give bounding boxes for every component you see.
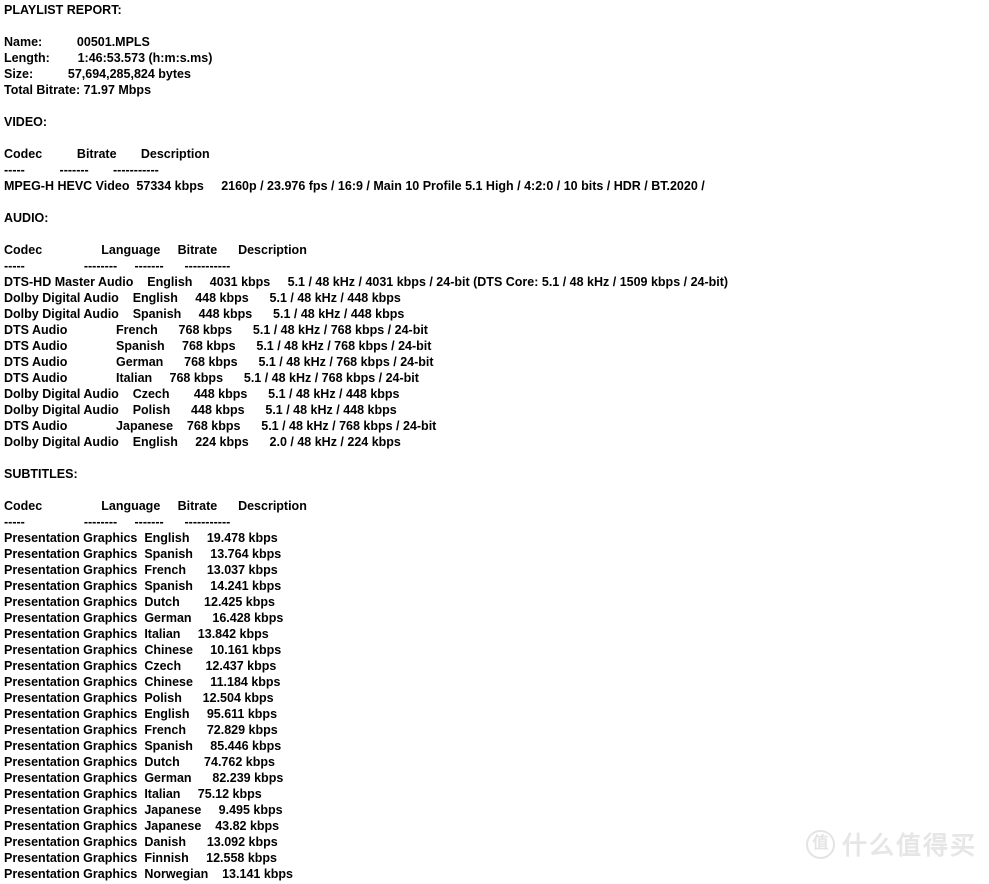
subtitles-table-body: Presentation Graphics English 19.478 kbp… [4,530,989,882]
audio-table-rule: ----- -------- ------- ----------- [4,259,231,273]
playlist-report-body: PLAYLIST REPORT: Name: 00501.MPLS Length… [4,2,989,882]
table-row: DTS-HD Master Audio English 4031 kbps 5.… [4,275,729,289]
table-row: Presentation Graphics English 95.611 kbp… [4,707,278,721]
audio-section-title: AUDIO: [4,211,49,225]
video-table-rule: ----- ------- ----------- [4,163,159,177]
table-row: DTS Audio German 768 kbps 5.1 / 48 kHz /… [4,355,434,369]
table-row: Presentation Graphics Italian 13.842 kbp… [4,627,269,641]
summary-row-total-bitrate: Total Bitrate: 71.97 Mbps [4,83,152,97]
table-row: Presentation Graphics Spanish 85.446 kbp… [4,739,282,753]
table-row: DTS Audio Italian 768 kbps 5.1 / 48 kHz … [4,371,419,385]
table-row: DTS Audio Spanish 768 kbps 5.1 / 48 kHz … [4,339,432,353]
table-row: Dolby Digital Audio English 224 kbps 2.0… [4,435,401,449]
table-row: Presentation Graphics Chinese 11.184 kbp… [4,675,281,689]
table-row: Presentation Graphics Spanish 14.241 kbp… [4,579,282,593]
table-row: Presentation Graphics Dutch 74.762 kbps [4,755,275,769]
playlist-report-page: { "report": { "title": "PLAYLIST REPORT:… [0,0,989,884]
table-row: Presentation Graphics Japanese 9.495 kbp… [4,803,283,817]
subtitles-table-header: Codec Language Bitrate Description [4,499,307,513]
table-row: Presentation Graphics Finnish 12.558 kbp… [4,851,278,865]
video-table-header: Codec Bitrate Description [4,147,210,161]
table-row: Dolby Digital Audio Polish 448 kbps 5.1 … [4,403,397,417]
summary-row-name: Name: 00501.MPLS [4,35,150,49]
table-row: Presentation Graphics Italian 75.12 kbps [4,787,262,801]
table-row: Presentation Graphics Polish 12.504 kbps [4,691,274,705]
table-row: Presentation Graphics Danish 13.092 kbps [4,835,278,849]
table-row: Dolby Digital Audio Czech 448 kbps 5.1 /… [4,387,400,401]
table-row: Presentation Graphics Chinese 10.161 kbp… [4,643,282,657]
summary-row-length: Length: 1:46:53.573 (h:m:s.ms) [4,51,213,65]
table-row: Presentation Graphics Czech 12.437 kbps [4,659,277,673]
table-row: Presentation Graphics Japanese 43.82 kbp… [4,819,280,833]
audio-table-header: Codec Language Bitrate Description [4,243,307,257]
table-row: DTS Audio French 768 kbps 5.1 / 48 kHz /… [4,323,428,337]
subtitles-section-title: SUBTITLES: [4,467,78,481]
subtitles-table-rule: ----- -------- ------- ----------- [4,515,231,529]
table-row: DTS Audio Japanese 768 kbps 5.1 / 48 kHz… [4,419,437,433]
table-row: Presentation Graphics Dutch 12.425 kbps [4,595,275,609]
table-row: Presentation Graphics English 19.478 kbp… [4,531,278,545]
report-title: PLAYLIST REPORT: [4,3,122,17]
summary-row-size: Size: 57,694,285,824 bytes [4,67,191,81]
table-row: Presentation Graphics Spanish 13.764 kbp… [4,547,282,561]
audio-table-body: DTS-HD Master Audio English 4031 kbps 5.… [4,274,989,450]
table-row: Dolby Digital Audio English 448 kbps 5.1… [4,291,401,305]
video-table-row: MPEG-H HEVC Video 57334 kbps 2160p / 23.… [4,179,705,193]
table-row: Presentation Graphics German 82.239 kbps [4,771,284,785]
video-section-title: VIDEO: [4,115,48,129]
summary-block: Name: 00501.MPLS Length: 1:46:53.573 (h:… [4,34,989,98]
table-row: Dolby Digital Audio Spanish 448 kbps 5.1… [4,307,405,321]
table-row: Presentation Graphics Norwegian 13.141 k… [4,867,293,881]
table-row: Presentation Graphics French 13.037 kbps [4,563,278,577]
table-row: Presentation Graphics German 16.428 kbps [4,611,284,625]
table-row: Presentation Graphics French 72.829 kbps [4,723,278,737]
